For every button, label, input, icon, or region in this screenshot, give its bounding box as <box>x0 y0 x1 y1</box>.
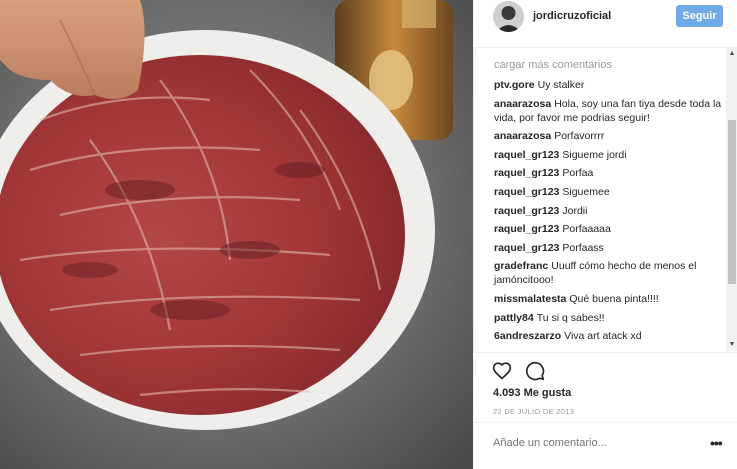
comment: raquel_gr123 Jordii <box>494 204 724 218</box>
comment-author[interactable]: pattly84 <box>494 312 534 324</box>
comment-author[interactable]: raquel_gr123 <box>494 186 559 198</box>
comment-text: Porfaass <box>562 241 604 254</box>
comment: ptv.gore Uy stalker <box>494 78 724 92</box>
comment-author[interactable]: raquel_gr123 <box>494 223 559 235</box>
username-link[interactable]: jordicruzoficial <box>533 10 611 22</box>
comment-text: Siguemee <box>562 185 610 198</box>
comment-author[interactable]: raquel_gr123 <box>494 242 559 254</box>
comment-author[interactable]: raquel_gr123 <box>494 149 559 161</box>
comment-text: Sigueme jordi <box>562 148 627 161</box>
comment-text: Porfavorrrr <box>554 130 605 143</box>
heart-outline-icon[interactable] <box>492 361 512 381</box>
post-header: jordicruzoficial Seguir <box>474 0 737 48</box>
post-actions: 4.093 Me gusta 22 DE JULIO DE 2013 <box>474 352 737 422</box>
comment: 6andreszarzo Viva art atack xd <box>494 329 724 343</box>
comments-scrollbar[interactable]: ▲ ▼ <box>726 48 737 351</box>
comment: raquel_gr123 Porfaa <box>494 166 724 180</box>
more-options-icon[interactable]: ••• <box>710 435 723 451</box>
ham-plate-image <box>0 0 473 469</box>
post-date: 22 DE JULIO DE 2013 <box>493 407 575 416</box>
comment-author[interactable]: anaarazosa <box>494 98 551 110</box>
comment: gradefranc Uuuff cómo hecho de menos el j… <box>494 259 724 287</box>
comment: raquel_gr123 Siguemee <box>494 185 724 199</box>
comment: anaarazosa Porfavorrrr <box>494 129 724 143</box>
comment-author[interactable]: raquel_gr123 <box>494 167 559 179</box>
comment: anaarazosa Hola, soy una fan tiya desde t… <box>494 97 724 125</box>
add-comment-input[interactable] <box>493 437 693 449</box>
load-more-comments-link[interactable]: cargar más comentarios <box>494 59 612 71</box>
post-photo[interactable] <box>0 0 473 469</box>
comment: missmalatesta Qué buena pinta!!!! <box>494 292 724 306</box>
post-side-panel: jordicruzoficial Seguir cargar más comen… <box>473 0 737 469</box>
comment: pattly84 Tu si q sabes!! <box>494 311 724 325</box>
likes-count[interactable]: 4.093 Me gusta <box>493 387 571 399</box>
profile-picture <box>493 1 524 32</box>
comment: raquel_gr123 Sigueme jordi <box>494 148 724 162</box>
comment-author[interactable]: ptv.gore <box>494 79 535 91</box>
speech-bubble-icon[interactable] <box>525 361 545 381</box>
comment-author[interactable]: anaarazosa <box>494 130 551 142</box>
comment: raquel_gr123 Porfaaaaa <box>494 222 724 236</box>
comment-text: Tu si q sabes!! <box>536 311 605 324</box>
comment-text: Porfaaaaa <box>562 223 611 236</box>
comments-section: cargar más comentarios ptv.gore Uy stalke… <box>474 48 737 352</box>
comment-text: Viva art atack xd <box>564 330 642 343</box>
comment-author[interactable]: gradefranc <box>494 260 548 272</box>
comment-text: Uy stalker <box>537 79 585 91</box>
scrollbar-thumb[interactable] <box>728 120 736 284</box>
comment-text: Porfaa <box>562 167 594 180</box>
avatar[interactable] <box>493 1 524 32</box>
comment-author[interactable]: raquel_gr123 <box>494 205 559 217</box>
comment: raquel_gr123 Porfaass <box>494 241 724 255</box>
add-comment-bar: ••• <box>474 422 737 469</box>
comment-text: Jordii <box>562 204 588 217</box>
comment-author[interactable]: missmalatesta <box>494 293 566 305</box>
follow-button[interactable]: Seguir <box>676 5 723 27</box>
comment-author[interactable]: 6andreszarzo <box>494 330 561 342</box>
comment-list: ptv.gore Uy stalker anaarazosa Hola, soy u… <box>494 78 724 348</box>
scroll-down-arrow-icon[interactable]: ▼ <box>726 339 737 351</box>
comment-text: Qué buena pinta!!!! <box>569 292 659 305</box>
scroll-up-arrow-icon[interactable]: ▲ <box>726 48 737 60</box>
